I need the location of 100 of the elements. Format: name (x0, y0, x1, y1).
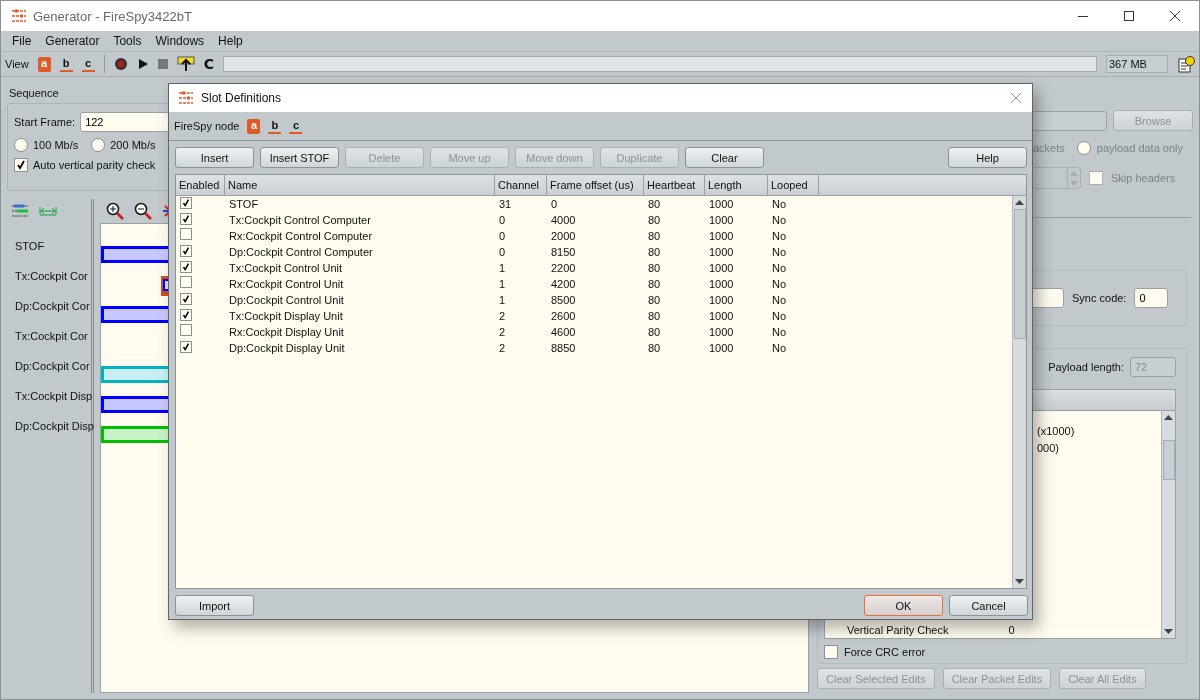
checkbox[interactable] (180, 228, 192, 240)
table-cell-text: No (771, 325, 788, 340)
zoom-out-icon[interactable] (134, 202, 152, 220)
checkbox[interactable] (180, 213, 192, 225)
table-cell-text: 0 (498, 229, 507, 244)
table-cell-text: 1000 (708, 277, 735, 292)
column-header[interactable]: Frame offset (us) (547, 175, 644, 195)
maximize-icon[interactable] (1123, 10, 1135, 22)
table-cell-text: Tx:Cockpit Display Unit (228, 309, 344, 324)
checkbox[interactable] (180, 197, 192, 209)
checkbox[interactable] (180, 293, 192, 305)
checkbox[interactable] (1089, 171, 1103, 185)
table-cell-text: 1000 (708, 229, 735, 244)
import-button[interactable]: Import (175, 595, 254, 616)
record-icon[interactable] (113, 57, 128, 71)
checkbox[interactable] (180, 276, 192, 288)
up-arrow-icon[interactable] (1164, 415, 1173, 420)
menu-item[interactable]: Help (211, 34, 250, 48)
node-label: FireSpy node (174, 120, 240, 132)
column-header[interactable]: Looped (768, 175, 819, 195)
scrollbar[interactable] (1012, 196, 1026, 588)
table-cell-text: 2200 (550, 261, 577, 276)
view-label: View (5, 58, 29, 70)
list-icon[interactable] (11, 203, 29, 219)
menu-item[interactable]: Tools (106, 34, 149, 48)
track-label: STOF (14, 239, 46, 254)
table-cell-text: Rx:Cockpit Control Computer (228, 229, 374, 244)
column-header[interactable]: Heartbeat (644, 175, 705, 195)
radio-button[interactable] (14, 138, 28, 152)
table-cell-text: 2000 (550, 229, 577, 244)
checkbox[interactable] (180, 341, 192, 353)
table-cell-text: 0 (550, 197, 559, 212)
node-toggle[interactable]: c (81, 56, 95, 72)
down-arrow-icon[interactable] (1164, 629, 1173, 634)
table-cell-text: 80 (647, 293, 662, 308)
table-cell-text: 4000 (550, 213, 577, 228)
node-toggle[interactable]: b (59, 56, 73, 72)
track-label: Tx:Cockpit Disp (14, 389, 91, 404)
ok-button[interactable]: OK (864, 595, 943, 616)
table-cell-text: 8850 (550, 341, 577, 356)
tree-item[interactable]: Vertical Parity Check (847, 624, 949, 636)
column-header[interactable]: Length (705, 175, 768, 195)
close-icon[interactable] (1169, 10, 1181, 22)
node-toggle[interactable]: b (268, 118, 282, 134)
scrollbar-thumb[interactable] (1162, 440, 1175, 480)
upload-icon[interactable] (176, 56, 195, 72)
down-arrow-icon[interactable] (1015, 579, 1024, 584)
column-header[interactable]: Channel (495, 175, 547, 195)
tree-text: (x1000) (1037, 425, 1076, 439)
up-arrow-icon[interactable] (1015, 200, 1024, 205)
table-cell-text: 1000 (708, 213, 735, 228)
table-cell-text: 1000 (708, 245, 735, 260)
menu-item[interactable]: Windows (148, 34, 212, 48)
table-cell-text: 80 (647, 309, 662, 324)
cancel-button[interactable]: Cancel (949, 595, 1028, 616)
checkbox[interactable] (180, 245, 192, 257)
toolbar-button[interactable]: Insert STOF (260, 147, 339, 168)
toolbar-button[interactable]: Clear (685, 147, 764, 168)
table-cell-text: 31 (498, 197, 513, 212)
table-cell-text: Rx:Cockpit Control Unit (228, 277, 345, 292)
toolbar-button[interactable]: Insert (175, 147, 254, 168)
app-icon (11, 9, 27, 23)
table-cell-text: 80 (647, 341, 662, 356)
scrollbar[interactable] (1161, 411, 1175, 638)
menu-item[interactable]: File (5, 34, 39, 48)
help-icon[interactable] (1177, 55, 1195, 73)
zoom-in-icon[interactable] (106, 202, 124, 220)
track-label: Tx:Cockpit Cor (14, 269, 89, 284)
menu-item[interactable]: Generator (38, 34, 107, 48)
table-cell-text: 1000 (708, 261, 735, 276)
start-frame-field[interactable]: 122 (80, 112, 171, 132)
file-field[interactable] (1031, 110, 1107, 131)
c-button[interactable]: C (203, 56, 214, 72)
radio-button[interactable] (1076, 141, 1091, 155)
radio-button[interactable] (91, 138, 106, 152)
stop-icon[interactable] (157, 59, 168, 69)
scrollbar-thumb[interactable] (1013, 209, 1026, 339)
table-cell-text: No (771, 341, 788, 356)
node-toggle[interactable]: c (289, 118, 303, 134)
table-cell-text: Tx:Cockpit Control Unit (228, 261, 344, 276)
checkbox[interactable] (180, 261, 192, 273)
column-header[interactable]: Enabled (176, 175, 225, 195)
table-cell-text: 4200 (550, 277, 577, 292)
checkbox[interactable] (180, 309, 192, 321)
table-cell-text: 1 (498, 277, 507, 292)
node-toggle[interactable]: a (247, 118, 261, 134)
node-toggle[interactable]: a (37, 56, 51, 72)
tree-value: 0 (1008, 624, 1015, 636)
table-cell-text: 1000 (708, 293, 735, 308)
help-button[interactable]: Help (948, 147, 1027, 168)
radio-label: payload data only (1096, 142, 1184, 154)
table-cell-text: No (771, 213, 788, 228)
sync-code-field[interactable]: 0 (1134, 288, 1169, 308)
checkbox-label: Skip headers (1111, 172, 1176, 184)
column-header[interactable]: Name (225, 175, 495, 195)
checkbox[interactable] (180, 324, 192, 336)
checkbox[interactable] (14, 158, 28, 172)
play-icon[interactable] (136, 58, 149, 70)
table-cell-text: 80 (647, 213, 662, 228)
checkbox[interactable] (824, 645, 838, 659)
